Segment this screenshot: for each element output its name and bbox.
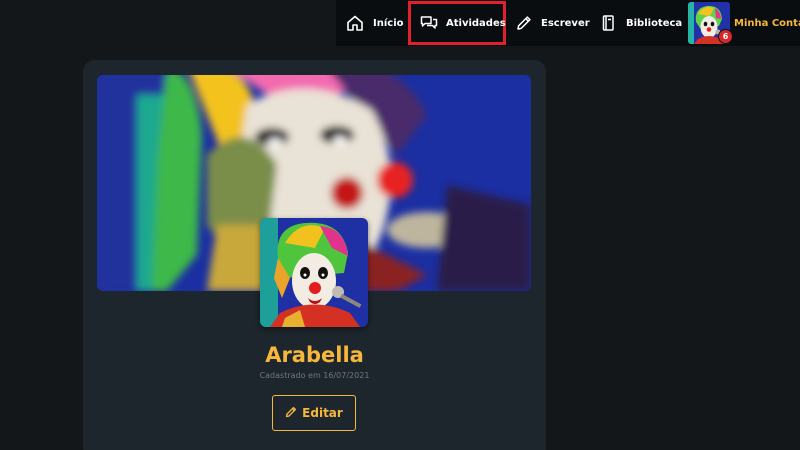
nav-minha-conta-label: Minha Conta xyxy=(734,17,800,29)
nav-escrever-label: Escrever xyxy=(541,17,590,29)
pencil-icon xyxy=(516,15,532,31)
nav-inicio-label: Início xyxy=(373,17,404,29)
nav-atividades[interactable]: Atividades xyxy=(408,1,506,45)
profile-registered-date: Cadastrado em 16/07/2021 xyxy=(259,371,370,380)
nav-biblioteca[interactable]: Biblioteca xyxy=(602,0,682,46)
nav-inicio[interactable]: Início xyxy=(346,0,404,46)
profile-username: Arabella xyxy=(265,343,364,367)
nav-minha-conta[interactable]: 6 Minha Conta xyxy=(688,0,800,46)
edit-profile-label: Editar xyxy=(302,406,343,420)
chat-bubbles-icon xyxy=(420,15,438,31)
profile-card: Arabella Cadastrado em 16/07/2021 Editar xyxy=(83,60,546,450)
pencil-icon xyxy=(285,406,297,421)
notification-badge: 6 xyxy=(718,29,733,44)
profile-avatar[interactable] xyxy=(260,218,368,327)
top-navigation: Início Atividades Escrever Biblioteca 6 … xyxy=(336,0,800,46)
home-icon xyxy=(346,14,364,32)
avatar[interactable]: 6 xyxy=(688,2,733,44)
nav-atividades-label: Atividades xyxy=(446,17,506,29)
book-icon xyxy=(602,15,614,31)
nav-biblioteca-label: Biblioteca xyxy=(626,17,683,29)
nav-escrever[interactable]: Escrever xyxy=(516,0,590,46)
edit-profile-button[interactable]: Editar xyxy=(272,395,356,431)
